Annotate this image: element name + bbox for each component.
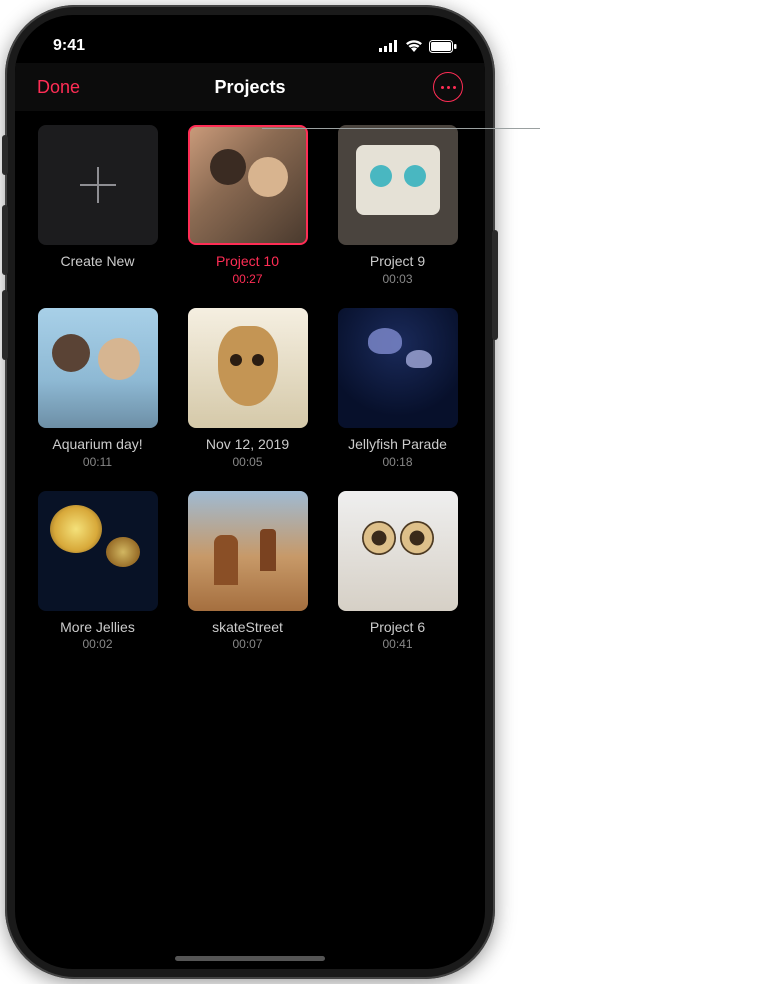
screen: 9:41 Done Projects C	[15, 15, 485, 969]
more-icon	[433, 72, 463, 102]
project-thumbnail	[338, 308, 458, 428]
volume-up-button[interactable]	[2, 205, 8, 275]
project-duration: 00:02	[82, 637, 112, 651]
project-tile[interactable]: skateStreet00:07	[185, 491, 310, 652]
project-name: Nov 12, 2019	[206, 436, 289, 453]
project-name: Jellyfish Parade	[348, 436, 447, 453]
silence-switch[interactable]	[2, 135, 8, 175]
project-name: More Jellies	[60, 619, 135, 636]
plus-icon	[38, 125, 158, 245]
projects-grid-container: Create New Project 10 00:27 Project 9 00:03…	[15, 111, 485, 665]
phone-frame: 9:41 Done Projects C	[5, 5, 495, 979]
more-button[interactable]	[433, 72, 463, 102]
project-name: Project 9	[370, 253, 425, 270]
power-button[interactable]	[492, 230, 498, 340]
project-duration: 00:07	[232, 637, 262, 651]
project-thumbnail	[338, 491, 458, 611]
nav-bar: Done Projects	[15, 63, 485, 111]
project-thumbnail	[188, 125, 308, 245]
project-name: Project 6	[370, 619, 425, 636]
project-duration: 00:41	[382, 637, 412, 651]
project-tile[interactable]: Jellyfish Parade 00:18	[335, 308, 460, 469]
project-tile[interactable]: Project 10 00:27	[185, 125, 310, 286]
project-name: skateStreet	[212, 619, 283, 636]
project-thumbnail	[338, 125, 458, 245]
cellular-icon	[379, 40, 399, 52]
project-name: Aquarium day!	[52, 436, 142, 453]
project-thumbnail	[188, 308, 308, 428]
status-indicators	[379, 40, 457, 53]
create-new-label: Create New	[61, 253, 135, 270]
project-duration: 00:27	[232, 272, 262, 286]
project-tile[interactable]: Project 9 00:03	[335, 125, 460, 286]
project-duration: 00:11	[83, 455, 112, 469]
done-button[interactable]: Done	[37, 77, 80, 98]
project-duration: 00:03	[382, 272, 412, 286]
project-thumbnail	[38, 308, 158, 428]
page-title: Projects	[214, 77, 285, 98]
home-indicator[interactable]	[175, 956, 325, 961]
project-tile[interactable]: Aquarium day! 00:11	[35, 308, 160, 469]
project-tile[interactable]: Nov 12, 2019 00:05	[185, 308, 310, 469]
wifi-icon	[405, 40, 423, 52]
volume-down-button[interactable]	[2, 290, 8, 360]
project-tile[interactable]: Project 600:41	[335, 491, 460, 652]
create-new-tile[interactable]: Create New	[35, 125, 160, 286]
battery-icon	[429, 40, 457, 53]
project-thumbnail	[38, 491, 158, 611]
callout-line	[262, 128, 540, 129]
project-thumbnail	[188, 491, 308, 611]
project-duration: 00:05	[232, 455, 262, 469]
projects-grid: Create New Project 10 00:27 Project 9 00:03…	[35, 125, 465, 651]
project-duration: 00:18	[382, 455, 412, 469]
project-name: Project 10	[216, 253, 279, 270]
project-tile[interactable]: More Jellies00:02	[35, 491, 160, 652]
notch	[140, 15, 360, 49]
status-time: 9:41	[53, 37, 85, 55]
